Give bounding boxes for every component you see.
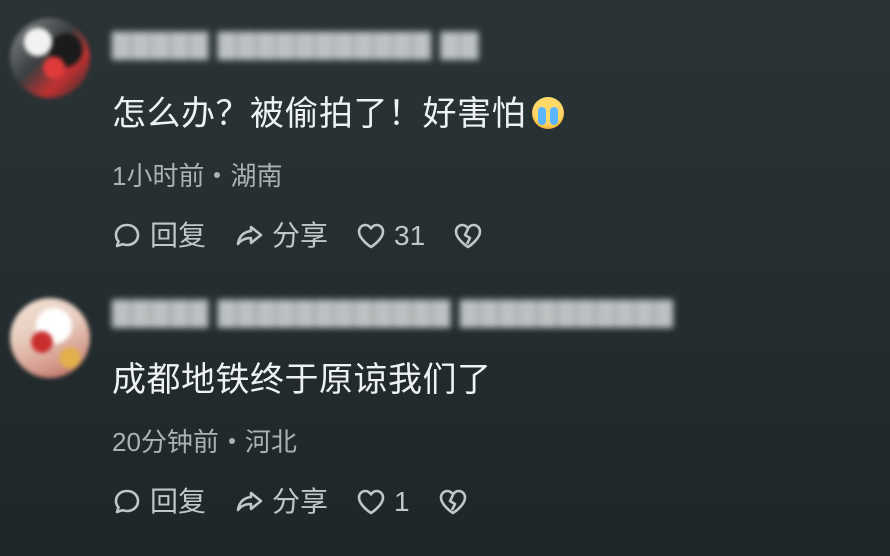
comment-actions: 回复 分享 1 xyxy=(112,482,504,522)
separator-dot xyxy=(214,172,221,179)
comment-time: 1小时前 xyxy=(112,161,205,191)
comment-text: 成都地铁终于原谅我们了 xyxy=(112,360,492,400)
username[interactable]: █████ ███████████ ██ xyxy=(112,32,479,60)
comment-item: █████ ███████████ ██ 怎么办？被偷拍了！好害怕 1小时前 湖南… xyxy=(0,0,890,290)
comment-text-content: 成都地铁终于原谅我们了 xyxy=(112,360,492,400)
broken-heart-icon xyxy=(453,221,483,251)
separator-dot xyxy=(228,438,235,445)
heart-icon xyxy=(356,487,386,517)
reply-label: 回复 xyxy=(150,486,207,517)
share-arrow-icon xyxy=(234,221,264,251)
share-button[interactable]: 分享 xyxy=(234,216,328,256)
reply-button[interactable]: 回复 xyxy=(112,216,206,256)
like-count: 1 xyxy=(394,486,410,517)
reply-button[interactable]: 回复 xyxy=(112,482,206,522)
comment-actions: 回复 分享 31 xyxy=(112,216,519,256)
username[interactable]: █████ ████████████ ███████████ xyxy=(112,300,674,328)
comment-time: 20分钟前 xyxy=(112,427,219,457)
avatar[interactable] xyxy=(10,298,90,378)
share-label: 分享 xyxy=(272,220,329,251)
share-button[interactable]: 分享 xyxy=(234,482,328,522)
comment-location: 湖南 xyxy=(230,161,283,191)
comment-text: 怎么办？被偷拍了！好害怕 xyxy=(112,94,564,134)
avatar[interactable] xyxy=(10,18,90,98)
dislike-button[interactable] xyxy=(453,221,491,251)
reply-label: 回复 xyxy=(150,220,207,251)
speech-bubble-icon xyxy=(112,487,142,517)
like-button[interactable]: 1 xyxy=(356,482,410,522)
crying-face-emoji-icon xyxy=(532,97,564,129)
share-label: 分享 xyxy=(272,486,329,517)
dislike-button[interactable] xyxy=(438,487,476,517)
like-button[interactable]: 31 xyxy=(356,216,425,256)
comment-location: 河北 xyxy=(244,427,297,457)
share-arrow-icon xyxy=(234,487,264,517)
heart-icon xyxy=(356,221,386,251)
comment-meta: 20分钟前 河北 xyxy=(112,426,297,458)
comment-meta: 1小时前 湖南 xyxy=(112,160,282,192)
like-count: 31 xyxy=(394,220,426,251)
speech-bubble-icon xyxy=(112,221,142,251)
broken-heart-icon xyxy=(438,487,468,517)
comment-text-content: 怎么办？被偷拍了！好害怕 xyxy=(112,94,526,134)
